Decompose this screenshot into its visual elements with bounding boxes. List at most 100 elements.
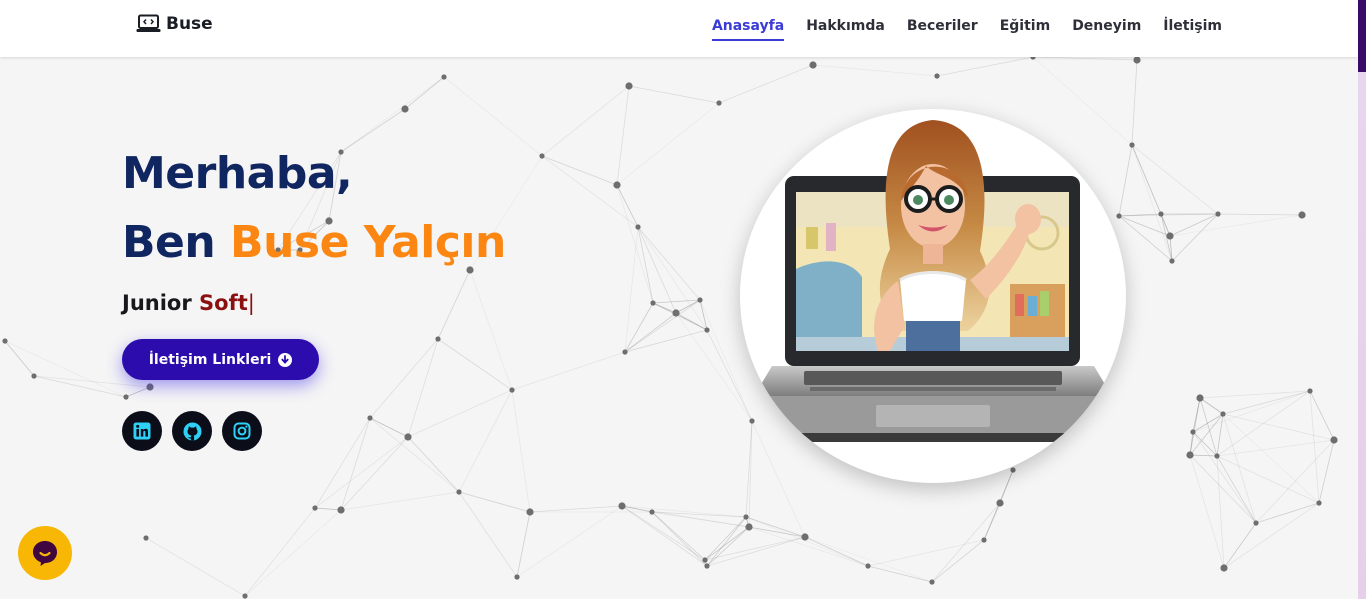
network-link xyxy=(1223,502,1320,569)
hero-greeting: Merhaba, xyxy=(122,148,353,199)
network-link xyxy=(931,539,985,583)
network-node xyxy=(514,574,520,580)
network-link xyxy=(637,226,677,314)
network-link xyxy=(637,226,701,301)
network-link xyxy=(340,436,409,511)
network-node xyxy=(1220,411,1226,417)
contact-links-button[interactable]: İletişim Linkleri xyxy=(122,339,319,380)
navbar: Buse Anasayfa Hakkımda Beceriler Eğitim … xyxy=(0,0,1358,57)
network-node xyxy=(697,297,703,303)
nav-link-beceriler[interactable]: Beceriler xyxy=(907,18,978,41)
network-link xyxy=(675,312,708,331)
network-node xyxy=(539,153,545,159)
nav-link-deneyim[interactable]: Deneyim xyxy=(1072,18,1141,41)
network-node xyxy=(1186,451,1194,459)
network-link xyxy=(1216,439,1335,457)
network-link xyxy=(745,420,753,518)
network-link xyxy=(4,340,127,398)
laptop-avatar-illustration xyxy=(750,120,1116,442)
network-node xyxy=(749,418,755,424)
network-link xyxy=(529,505,623,513)
network-node xyxy=(635,224,641,230)
scrollbar-thumb[interactable] xyxy=(1358,0,1366,72)
instagram-icon xyxy=(233,422,251,440)
network-node xyxy=(809,61,817,69)
network-link xyxy=(1216,455,1225,569)
network-link xyxy=(369,338,439,419)
network-node xyxy=(625,82,633,90)
brand-logo[interactable]: Buse xyxy=(136,14,213,34)
network-link xyxy=(437,338,513,391)
network-node xyxy=(1129,142,1135,148)
network-link xyxy=(624,312,677,353)
network-link xyxy=(1309,390,1320,504)
network-node xyxy=(613,181,621,189)
network-link xyxy=(748,526,806,538)
network-link xyxy=(1169,214,1303,237)
network-link xyxy=(340,108,406,153)
nav-link-egitim[interactable]: Eğitim xyxy=(1000,18,1050,41)
network-node xyxy=(1196,394,1204,402)
network-link xyxy=(1216,455,1257,524)
network-link xyxy=(407,338,439,438)
chat-widget-button[interactable] xyxy=(18,526,72,580)
network-link xyxy=(1223,522,1257,569)
network-node xyxy=(123,394,129,400)
network-link xyxy=(867,539,985,567)
network-link xyxy=(340,76,445,153)
network-node xyxy=(312,505,318,511)
network-node xyxy=(1307,388,1313,394)
network-link xyxy=(1217,213,1303,216)
network-link xyxy=(516,511,531,578)
network-link xyxy=(244,507,316,597)
network-link xyxy=(699,299,708,331)
network-link xyxy=(1318,439,1335,504)
network-node xyxy=(996,499,1004,507)
network-link xyxy=(1192,431,1257,524)
network-link xyxy=(1216,390,1311,457)
network-node xyxy=(1166,232,1174,240)
network-node xyxy=(441,74,447,80)
nav-link-hakkimda[interactable]: Hakkımda xyxy=(806,18,885,41)
network-link xyxy=(541,85,630,157)
network-node xyxy=(456,489,462,495)
network-link xyxy=(369,417,460,493)
network-node xyxy=(401,105,409,113)
nav-link-iletisim[interactable]: İletişim xyxy=(1163,18,1222,41)
network-link xyxy=(931,502,1001,583)
network-link xyxy=(1222,413,1257,524)
network-link xyxy=(511,389,531,513)
linkedin-link[interactable] xyxy=(122,411,162,451)
network-link xyxy=(1032,56,1138,61)
network-link xyxy=(706,329,753,422)
network-link xyxy=(469,269,513,391)
network-link xyxy=(516,505,623,578)
scrollbar-track[interactable] xyxy=(1358,0,1366,599)
network-link xyxy=(628,85,720,104)
subtitle-prefix: Junior xyxy=(122,291,192,315)
network-link xyxy=(458,491,531,513)
network-link xyxy=(1131,144,1219,215)
network-link xyxy=(1199,397,1224,415)
network-node xyxy=(704,563,710,569)
network-link xyxy=(125,386,151,398)
network-node xyxy=(1220,564,1228,572)
network-link xyxy=(1222,413,1320,504)
nav-links: Anasayfa Hakkımda Beceriler Eğitim Deney… xyxy=(711,18,1222,41)
network-node xyxy=(649,509,655,515)
network-link xyxy=(621,505,747,518)
network-node xyxy=(745,523,753,531)
network-node xyxy=(1158,211,1164,217)
network-node xyxy=(146,383,154,391)
network-node xyxy=(702,557,708,563)
network-link xyxy=(651,511,708,567)
github-link[interactable] xyxy=(172,411,212,451)
linkedin-icon xyxy=(133,422,151,440)
network-link xyxy=(541,155,639,228)
network-link xyxy=(812,64,938,77)
nav-link-anasayfa[interactable]: Anasayfa xyxy=(711,18,785,41)
github-icon xyxy=(183,422,201,440)
instagram-link[interactable] xyxy=(222,411,262,451)
network-node xyxy=(1116,213,1122,219)
network-link xyxy=(804,536,933,583)
